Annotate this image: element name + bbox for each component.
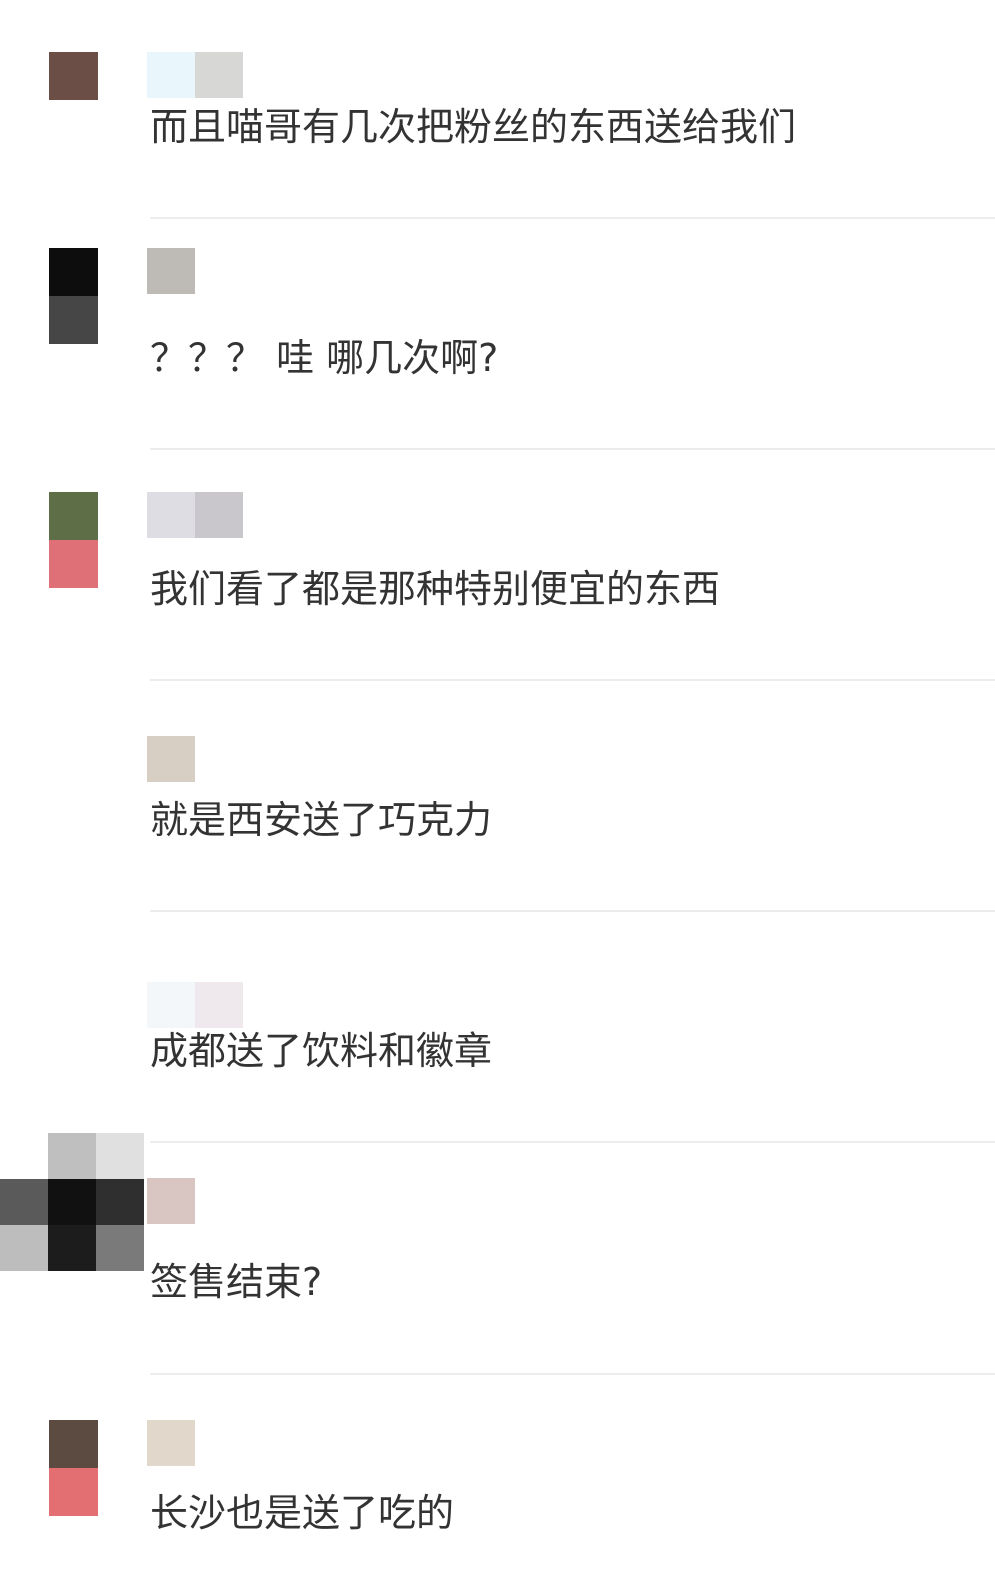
- avatar[interactable]: [49, 52, 98, 100]
- comment-text: 长沙也是送了吃的: [150, 1491, 455, 1535]
- username-redacted[interactable]: [147, 1420, 247, 1466]
- avatar-pixel: [49, 248, 98, 296]
- comment-text: ？？？ 哇 哪几次啊?: [150, 336, 499, 380]
- divider: [150, 1141, 995, 1143]
- avatar-pixel: [49, 492, 98, 540]
- comment-thread: 而且喵哥有几次把粉丝的东西送给我们 ？？？ 哇 哪几次啊? 我们看了都是那种特别…: [0, 0, 995, 1569]
- redaction-block: [147, 52, 195, 98]
- avatar-pixel: [49, 52, 98, 100]
- divider: [150, 448, 995, 450]
- avatar-pixel: [49, 296, 98, 344]
- comment-text: 签售结束?: [150, 1260, 323, 1304]
- avatar-pixel: [49, 1420, 98, 1468]
- redaction-block: [195, 492, 243, 538]
- avatar-pixel: [96, 1133, 144, 1179]
- redaction-block: [147, 492, 195, 538]
- username-redacted[interactable]: [147, 982, 247, 1028]
- avatar-pixel: [48, 1179, 96, 1225]
- redaction-block: [195, 52, 243, 98]
- username-redacted[interactable]: [147, 736, 247, 782]
- comment-text: 成都送了饮料和徽章: [150, 1029, 493, 1073]
- comment-text: 就是西安送了巧克力: [150, 798, 493, 842]
- redaction-block: [147, 736, 195, 782]
- avatar[interactable]: [49, 248, 98, 344]
- divider: [150, 217, 995, 219]
- redaction-block: [147, 1420, 195, 1466]
- avatar-pixel: [48, 1225, 96, 1271]
- username-redacted[interactable]: [147, 248, 247, 294]
- divider: [150, 910, 995, 912]
- comment-text: 而且喵哥有几次把粉丝的东西送给我们: [150, 105, 797, 149]
- redaction-block: [147, 1178, 195, 1224]
- avatar-pixel: [49, 1468, 98, 1516]
- redaction-block: [147, 982, 195, 1028]
- avatar[interactable]: [49, 1420, 98, 1516]
- avatar[interactable]: [0, 1133, 150, 1303]
- divider: [150, 1373, 995, 1375]
- redaction-block: [147, 248, 195, 294]
- avatar-pixel: [49, 540, 98, 588]
- avatar-pixel: [0, 1179, 48, 1225]
- avatar-pixel: [96, 1179, 144, 1225]
- username-redacted[interactable]: [147, 1178, 247, 1224]
- avatar-pixel: [0, 1225, 48, 1271]
- username-redacted[interactable]: [147, 492, 247, 538]
- divider: [150, 679, 995, 681]
- redaction-block: [195, 982, 243, 1028]
- avatar[interactable]: [49, 492, 98, 588]
- avatar-pixel: [48, 1133, 96, 1179]
- username-redacted[interactable]: [147, 52, 247, 98]
- avatar-pixel: [96, 1225, 144, 1271]
- comment-text: 我们看了都是那种特别便宜的东西: [150, 567, 721, 611]
